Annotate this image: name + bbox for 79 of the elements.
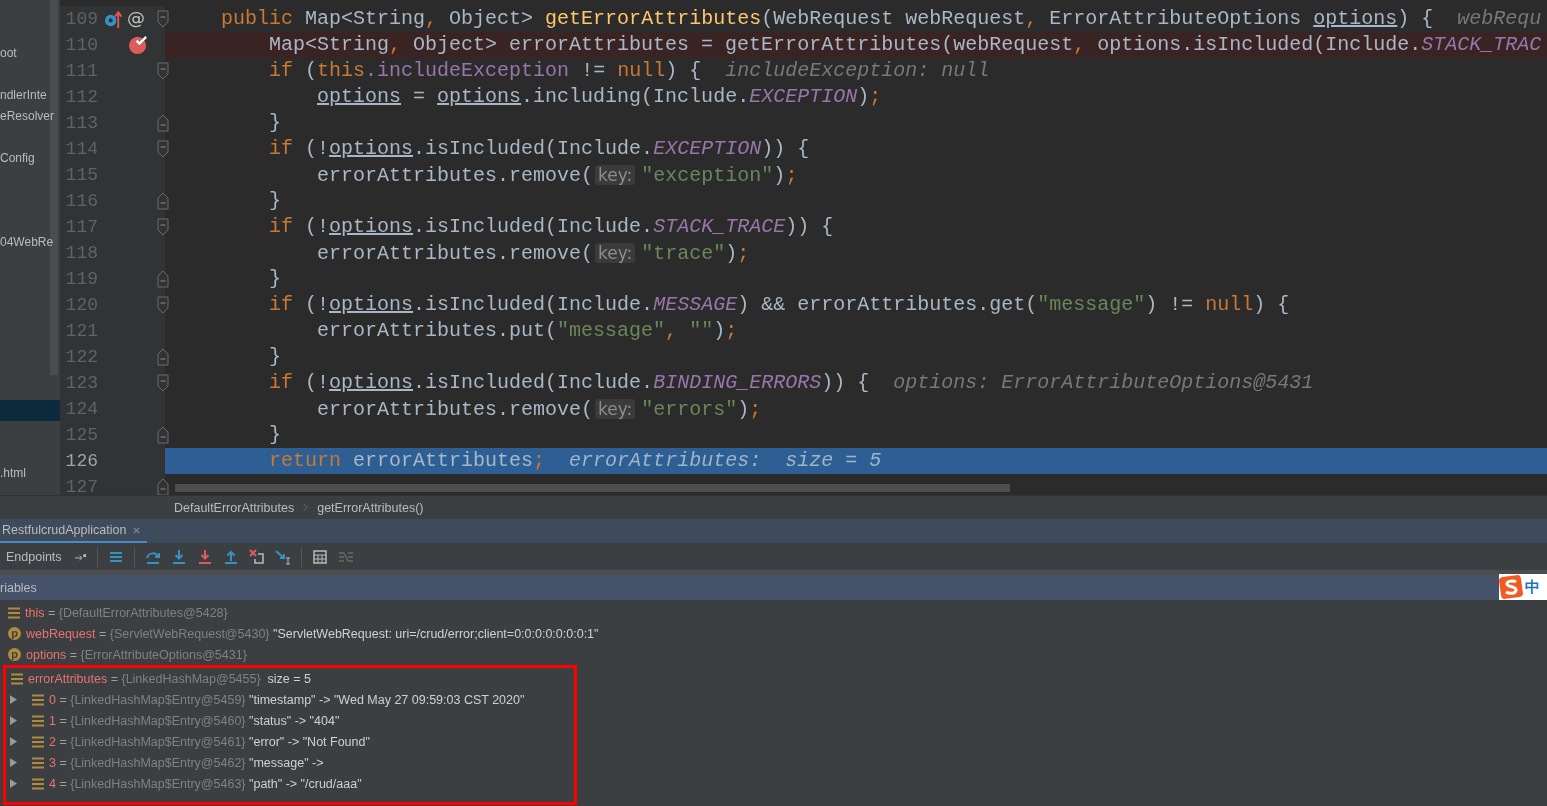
- fold-marker-icon[interactable]: [157, 62, 169, 80]
- close-icon[interactable]: [132, 525, 142, 535]
- fold-marker-icon[interactable]: [157, 140, 169, 158]
- breakpoint-icon[interactable]: [128, 34, 149, 55]
- chevron-icon: [303, 503, 309, 512]
- expand-arrow-icon[interactable]: [10, 737, 17, 746]
- tree-item[interactable]: oot: [0, 43, 60, 64]
- variable-row[interactable]: 3 = {LinkedHashMap$Entry@5462} "message" ->: [6, 752, 574, 773]
- variable-row[interactable]: errorAttributes = {LinkedHashMap@5455} size = 5: [6, 668, 574, 689]
- variable-row[interactable]: p options = {ErrorAttributeOptions@5431}: [0, 644, 1547, 665]
- fold-marker-icon[interactable]: [157, 114, 169, 132]
- fold-marker-icon[interactable]: [157, 270, 169, 288]
- code-line: options = options.including(Include.EXCEPTION);: [316, 85, 882, 108]
- field-icon: [32, 735, 44, 748]
- parameter-icon: p: [8, 627, 21, 640]
- field-icon: [11, 672, 23, 685]
- code-line: Map<String, Object> errorAttributes = getErrorAttributes(webRequest, options.isIncluded(Include.STACK_TRAC: [268, 33, 1542, 56]
- fold-marker-icon[interactable]: [157, 426, 169, 444]
- code-line: if (!options.isIncluded(Include.EXCEPTION)) {: [268, 137, 810, 160]
- fold-marker-icon[interactable]: [157, 218, 169, 236]
- code-line: }: [268, 111, 282, 134]
- scrollbar-thumb[interactable]: [175, 484, 1010, 492]
- code-line: errorAttributes.remove( key: "errors");: [316, 398, 762, 421]
- code-line: if (this.includeException != null) { includeException: null: [268, 59, 990, 82]
- code-line: errorAttributes.remove( key: "exception");: [316, 164, 798, 187]
- fold-marker-icon[interactable]: [157, 348, 169, 366]
- endpoints-tab[interactable]: Endpoints: [4, 549, 64, 564]
- code-line: if (!options.isIncluded(Include.STACK_TRACE)) {: [268, 215, 834, 238]
- pin-arrow-icon[interactable]: [73, 551, 87, 562]
- tree-item[interactable]: 04WebRe: [0, 232, 60, 253]
- force-step-into-icon[interactable]: [196, 548, 213, 565]
- code-line: return errorAttributes; errorAttributes: size = 5: [268, 449, 882, 472]
- ime-logo-icon: [1499, 575, 1523, 599]
- calculator-icon[interactable]: [311, 548, 328, 565]
- field-icon: [32, 756, 44, 769]
- expand-arrow-icon[interactable]: [10, 716, 17, 725]
- override-icon[interactable]: [104, 10, 123, 29]
- fold-marker-icon[interactable]: [157, 374, 169, 392]
- drop-frame-icon[interactable]: [248, 548, 265, 565]
- annotation-icon[interactable]: @: [127, 6, 145, 30]
- field-icon: [32, 777, 44, 790]
- code-line: if (!options.isIncluded(Include.BINDING_ERRORS)) { options: ErrorAttributeOptions@5431: [268, 371, 1314, 394]
- tree-item[interactable]: ndlerInte: [0, 85, 60, 106]
- code-line: }: [268, 189, 282, 212]
- code-line: }: [268, 267, 282, 290]
- code-line: errorAttributes.put("message", "");: [316, 319, 738, 342]
- step-into-icon[interactable]: [170, 548, 187, 565]
- expand-arrow-icon[interactable]: [10, 758, 17, 767]
- fold-marker-icon[interactable]: [157, 296, 169, 314]
- tree-item[interactable]: .html: [0, 463, 60, 484]
- variable-row[interactable]: 0 = {LinkedHashMap$Entry@5459} "timestamp" -> "Wed May 27 09:59:03 CST 2020": [6, 689, 574, 710]
- breadcrumb-item[interactable]: getErrorAttributes(): [317, 500, 424, 515]
- variable-row[interactable]: p webRequest = {ServletWebRequest@5430} "ServletWebRequest: uri=/crud/error;client=0:0:0:0:0:0:0:1": [0, 623, 1547, 644]
- fold-marker-icon[interactable]: [157, 192, 169, 210]
- variable-row[interactable]: this = {DefaultErrorAttributes@5428}: [0, 602, 1547, 623]
- code-line: errorAttributes.remove( key: "trace");: [316, 242, 750, 265]
- ime-indicator[interactable]: 中: [1499, 574, 1547, 600]
- panel-title: riables: [0, 580, 37, 595]
- field-icon: [32, 714, 44, 727]
- tree-item[interactable]: eResolver: [0, 106, 60, 127]
- field-icon: [8, 606, 20, 619]
- variable-row[interactable]: 4 = {LinkedHashMap$Entry@5463} "path" -> "/crud/aaa": [6, 773, 574, 794]
- parameter-icon: p: [8, 648, 21, 661]
- variable-row[interactable]: 1 = {LinkedHashMap$Entry@5460} "status" -> "404": [6, 710, 574, 731]
- code-line: public Map<String, Object> getErrorAttributes(WebRequest webRequest, ErrorAttributeOptions options) { webRequ: [220, 7, 1542, 30]
- expand-arrow-icon[interactable]: [10, 695, 17, 704]
- expand-arrow-icon[interactable]: [10, 779, 17, 788]
- code-line: if (!options.isIncluded(Include.MESSAGE) && errorAttributes.get("message") != null) {: [268, 293, 1290, 316]
- step-out-icon[interactable]: [222, 548, 239, 565]
- run-to-cursor-icon[interactable]: [274, 548, 291, 565]
- code-line: }: [268, 423, 282, 446]
- fold-marker-icon[interactable]: [157, 10, 169, 28]
- breadcrumb-item[interactable]: DefaultErrorAttributes: [174, 500, 295, 515]
- code-line: }: [268, 345, 282, 368]
- fold-marker-icon[interactable]: [157, 478, 169, 495]
- variable-row[interactable]: 2 = {LinkedHashMap$Entry@5461} "error" -> "Not Found": [6, 731, 574, 752]
- field-icon: [32, 693, 44, 706]
- tree-item[interactable]: Config: [0, 148, 60, 169]
- line-number: 126: [64, 451, 98, 471]
